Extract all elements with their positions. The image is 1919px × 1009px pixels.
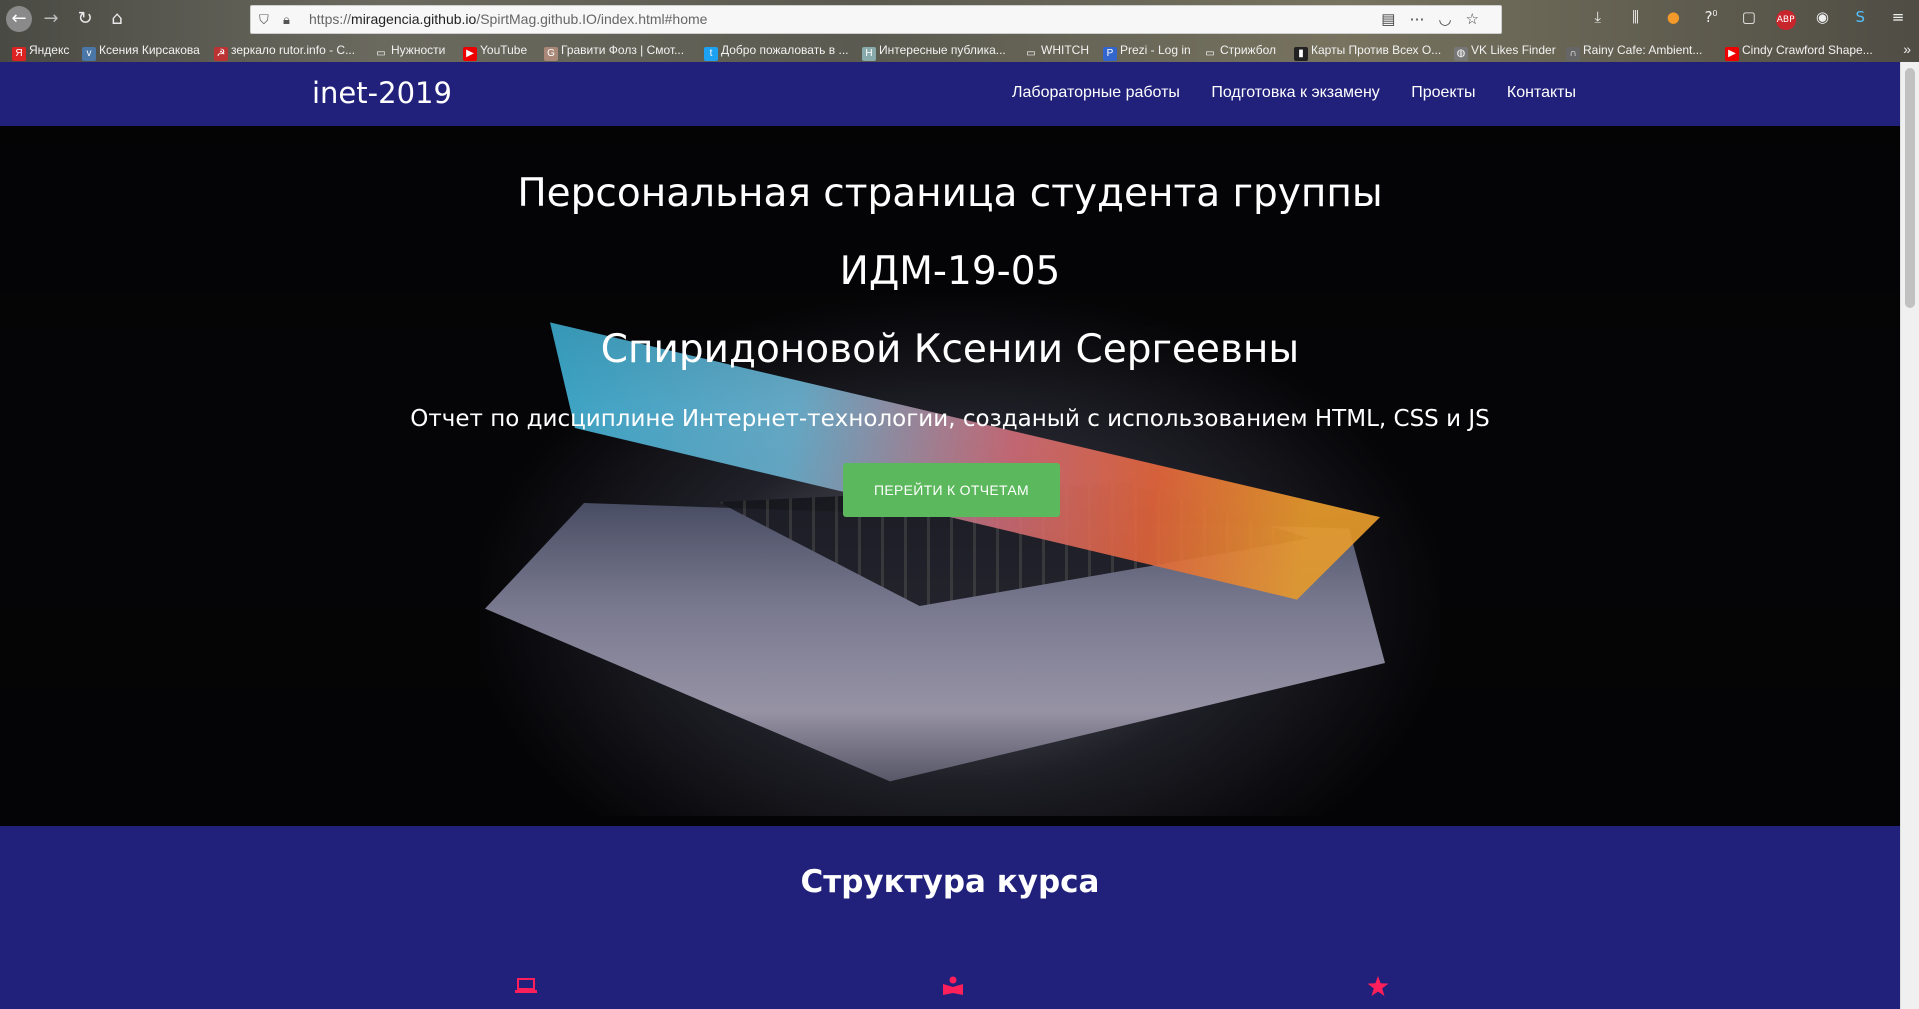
- hero-subtitle: Отчет по дисциплине Интернет-технологии,…: [410, 406, 1490, 432]
- reader-view-icon[interactable]: ▤: [1381, 11, 1409, 28]
- bookmark-item[interactable]: ◍ VK Likes Finder: [1454, 43, 1556, 61]
- bookmark-item[interactable]: H Интересные публика...: [862, 43, 1006, 61]
- page-scrollbar[interactable]: [1900, 62, 1919, 1009]
- globe-icon: ◍: [1454, 47, 1468, 61]
- headphones-icon: ∩: [1566, 47, 1580, 61]
- hero-section: Персональная страница студента группы ИД…: [0, 126, 1900, 826]
- url-bar[interactable]: ⛉ 🔒︎ https://miragencia.github.io/SpirtM…: [250, 5, 1502, 34]
- twitter-icon: t: [704, 47, 718, 61]
- bookmark-item[interactable]: ▭ Нужности: [374, 43, 445, 61]
- lock-icon[interactable]: 🔒︎: [283, 6, 290, 33]
- nav-link-contacts[interactable]: Контакты: [1507, 84, 1576, 101]
- bookmark-item[interactable]: ∩ Rainy Cafe: Ambient...: [1566, 43, 1702, 61]
- course-structure-section: Структура курса: [0, 826, 1900, 1009]
- menu-icon[interactable]: ≡: [1887, 8, 1909, 26]
- page-actions-icon[interactable]: ⋯: [1409, 11, 1438, 28]
- yandex-icon: Я: [12, 47, 26, 61]
- bookmark-item[interactable]: P Prezi - Log in: [1103, 43, 1191, 61]
- prezi-icon: P: [1103, 47, 1117, 61]
- go-to-reports-button[interactable]: ПЕРЕЙТИ К ОТЧЕТАМ: [843, 463, 1060, 517]
- section-title: Структура курса: [800, 864, 1100, 900]
- book-reader-icon: [942, 976, 964, 1001]
- habr-icon: H: [862, 47, 876, 61]
- bookmark-item[interactable]: t Добро пожаловать в ...: [704, 43, 848, 61]
- nav-link-projects[interactable]: Проекты: [1411, 84, 1475, 101]
- bookmark-item[interactable]: G Гравити Фолз | Смот...: [544, 43, 684, 61]
- nav-links: Лабораторные работы Подготовка к экзамен…: [985, 84, 1576, 102]
- laptop-icon: [515, 976, 537, 1000]
- tracking-shield-icon[interactable]: ⛉: [259, 6, 269, 33]
- nav-link-labs[interactable]: Лабораторные работы: [1012, 84, 1180, 101]
- bookmark-item[interactable]: ▶ Cindy Crawford Shape...: [1725, 43, 1873, 61]
- folder-icon: ▭: [376, 48, 386, 59]
- adblock-icon[interactable]: ABP: [1775, 10, 1796, 30]
- folder-icon: ▭: [1205, 48, 1215, 59]
- youtube-icon: ▶: [1725, 47, 1739, 61]
- bookmarks-overflow-icon[interactable]: »: [1903, 41, 1911, 57]
- bookmark-item[interactable]: ☭ зеркало rutor.info - С...: [214, 43, 355, 61]
- extension-s-icon[interactable]: S: [1849, 8, 1871, 26]
- browser-chrome: ← → ↻ ⌂ ⛉ 🔒︎ https://miragencia.github.i…: [0, 0, 1919, 62]
- hero-title-line1: Персональная страница студента группы: [517, 171, 1383, 216]
- bookmark-item[interactable]: Я Яндекс: [12, 43, 69, 61]
- folder-icon: ▭: [1026, 48, 1036, 59]
- extension-counter-icon[interactable]: ?0: [1700, 8, 1722, 26]
- site-brand[interactable]: inet-2019: [312, 76, 452, 110]
- home-button[interactable]: ⌂: [104, 6, 130, 32]
- hero-title-group: ИДМ-19-05: [839, 249, 1061, 294]
- nav-link-exam[interactable]: Подготовка к экзамену: [1211, 84, 1379, 101]
- vk-icon: v: [82, 47, 96, 61]
- back-button[interactable]: ←: [6, 6, 32, 32]
- gravity-falls-icon: G: [544, 47, 558, 61]
- bookmark-item[interactable]: ▭ WHITCH: [1024, 43, 1089, 61]
- account-icon[interactable]: ◉: [1811, 8, 1833, 26]
- bookmarks-bar: Я Яндекс v Ксения Кирсакова ☭ зеркало rutor…: [0, 40, 1919, 62]
- bookmark-item[interactable]: v Ксения Кирсакова: [82, 43, 200, 61]
- library-icon[interactable]: ⫼: [1625, 8, 1647, 26]
- sidebar-icon[interactable]: ▢: [1738, 8, 1760, 26]
- downloads-icon[interactable]: ⤓: [1587, 8, 1609, 26]
- url-bar-actions: ▤⋯◡☆: [1381, 6, 1493, 33]
- rutor-icon: ☭: [214, 47, 228, 61]
- hero-title-name: Спиридоновой Ксении Сергеевны: [600, 327, 1300, 372]
- youtube-icon: ▶: [463, 47, 477, 61]
- browser-toolbar: ← → ↻ ⌂ ⛉ 🔒︎ https://miragencia.github.i…: [0, 0, 1919, 38]
- bookmark-item[interactable]: ▭ Стрижбол: [1203, 43, 1276, 61]
- scrollbar-thumb[interactable]: [1905, 68, 1915, 308]
- bookmark-item[interactable]: ▮ Карты Против Всех О...: [1294, 43, 1441, 61]
- forward-button[interactable]: →: [38, 6, 64, 32]
- extension-orange-icon[interactable]: ●: [1662, 8, 1684, 26]
- cards-icon: ▮: [1294, 47, 1308, 61]
- pocket-icon[interactable]: ◡: [1438, 11, 1465, 28]
- star-icon: [1367, 976, 1389, 1002]
- bookmark-item[interactable]: ▶ YouTube: [463, 43, 527, 61]
- reload-button[interactable]: ↻: [72, 6, 98, 32]
- toolbar-extensions: ⤓ ⫼ ● ?0 ▢ ABP ◉ S ≡: [1576, 8, 1909, 30]
- site-navbar: inet-2019 Лабораторные работы Подготовка…: [0, 62, 1900, 126]
- url-text[interactable]: https://miragencia.github.io/SpirtMag.gi…: [309, 6, 707, 33]
- bookmark-star-icon[interactable]: ☆: [1466, 11, 1493, 28]
